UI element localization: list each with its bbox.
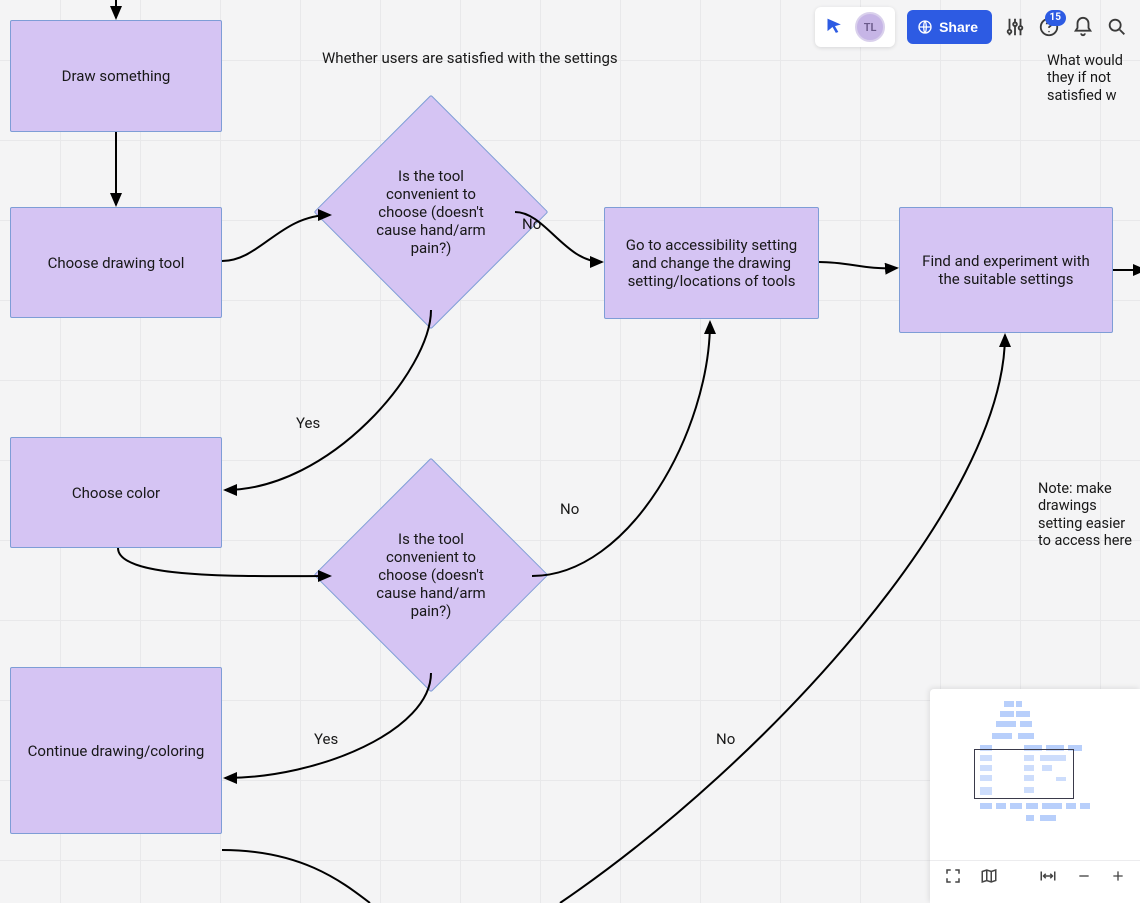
annotation-note: Note: make drawings setting easier to ac… <box>1038 480 1138 550</box>
edge-label-no1: No <box>522 215 541 233</box>
node-choose-color[interactable]: Choose color <box>10 437 222 548</box>
node-goto-accessibility[interactable]: Go to accessibility setting and change t… <box>604 207 819 319</box>
node-choose-tool[interactable]: Choose drawing tool <box>10 207 222 318</box>
search-icon[interactable] <box>1106 16 1128 38</box>
annotation-not-satisfied: What would they if not satisfied w <box>1047 52 1140 104</box>
decision-tool-2[interactable]: Is the tool convenient to choose (doesn'… <box>348 492 514 658</box>
notifications-icon[interactable] <box>1072 16 1094 38</box>
edge-label-no3: No <box>716 730 735 748</box>
decision-label: Is the tool convenient to choose (doesn'… <box>348 129 514 295</box>
minimap-view[interactable] <box>940 699 1130 853</box>
settings-sliders-icon[interactable] <box>1004 16 1026 38</box>
zoom-out-icon[interactable] <box>1076 868 1092 888</box>
node-find-settings[interactable]: Find and experiment with the suitable se… <box>899 207 1113 333</box>
node-draw-something[interactable]: Draw something <box>10 20 222 132</box>
help-icon[interactable]: 15 <box>1038 16 1060 38</box>
decision-tool-1[interactable]: Is the tool convenient to choose (doesn'… <box>348 129 514 295</box>
node-label: Continue drawing/coloring <box>28 742 205 760</box>
presence-pill: TL <box>815 7 895 47</box>
annotation-satisfied: Whether users are satisfied with the set… <box>322 49 618 67</box>
minimap-controls <box>930 860 1140 895</box>
node-label: Find and experiment with the suitable se… <box>914 252 1098 288</box>
minimap-panel[interactable] <box>930 689 1140 903</box>
share-label: Share <box>939 19 978 35</box>
node-label: Draw something <box>62 67 171 85</box>
edge-label-no2: No <box>560 500 579 518</box>
node-label: Choose color <box>72 484 160 502</box>
edge-label-yes2: Yes <box>314 730 338 748</box>
avatar[interactable]: TL <box>855 12 885 42</box>
fit-width-icon[interactable] <box>1038 867 1058 889</box>
zoom-in-icon[interactable] <box>1110 868 1126 888</box>
decision-label: Is the tool convenient to choose (doesn'… <box>348 492 514 658</box>
share-button[interactable]: Share <box>907 10 992 44</box>
edge-label-yes1: Yes <box>296 414 320 432</box>
node-label: Choose drawing tool <box>48 254 185 272</box>
help-badge: 15 <box>1045 10 1066 26</box>
fullscreen-icon[interactable] <box>944 867 962 889</box>
node-continue-drawing[interactable]: Continue drawing/coloring <box>10 667 222 834</box>
minimap-viewport[interactable] <box>974 749 1074 799</box>
map-icon[interactable] <box>980 867 998 889</box>
node-label: Go to accessibility setting and change t… <box>619 236 804 290</box>
top-toolbar: TL Share 15 <box>815 6 1128 48</box>
cursor-icon[interactable] <box>825 17 845 37</box>
